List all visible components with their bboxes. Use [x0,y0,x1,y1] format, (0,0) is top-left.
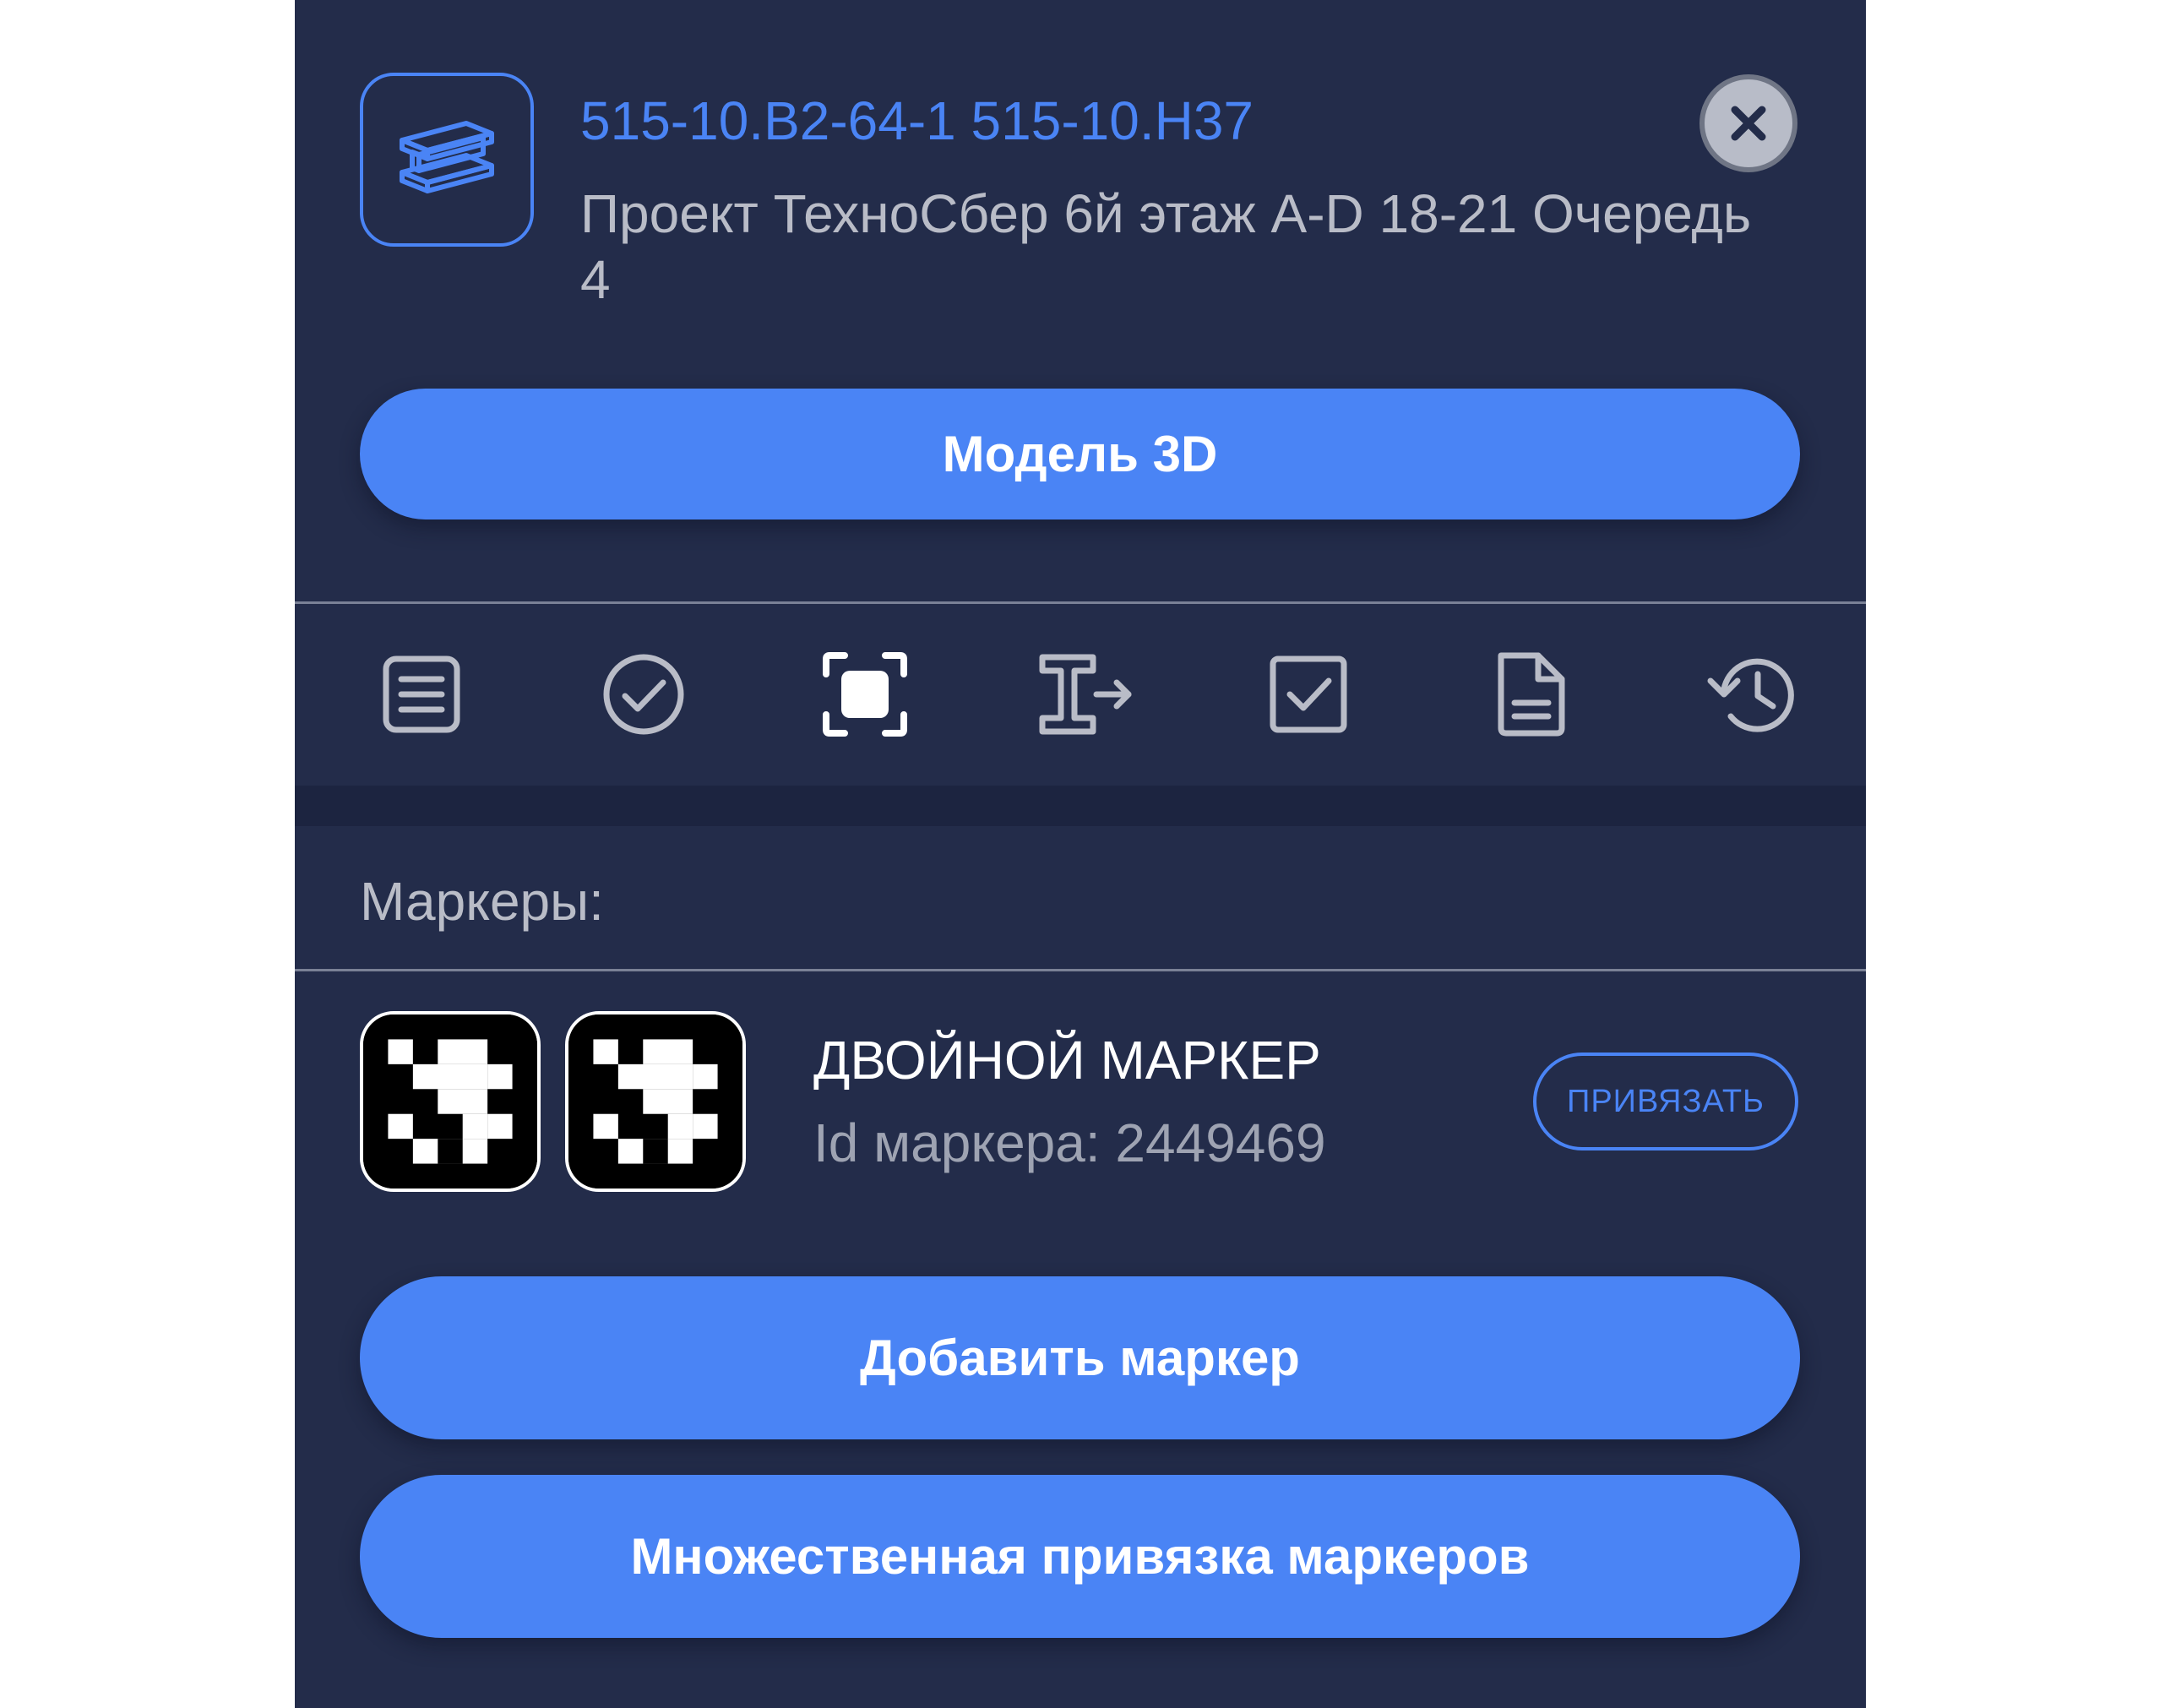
tab-toolbar [295,605,1866,784]
divider [295,601,1866,604]
beam-transfer-icon [1039,654,1132,735]
history-icon [1707,658,1794,732]
marker-frame-icon [823,652,907,737]
tab-documents[interactable] [1480,644,1581,745]
tab-markers[interactable] [814,644,916,745]
checkbox-icon [1270,655,1347,733]
tab-checklist[interactable] [1258,644,1359,745]
list-document-icon [383,655,460,733]
marker-qr-image [360,1011,541,1192]
close-icon [1731,106,1766,141]
file-icon [1498,652,1565,737]
tab-info[interactable] [371,644,472,745]
tab-transfer[interactable] [1036,644,1137,745]
multi-bind-markers-button[interactable]: Множественная привязка маркеров [360,1475,1800,1638]
check-circle-icon [603,654,684,735]
marker-id-label: Id маркера: [813,1112,1101,1173]
element-details-panel: 515-10.B2-64-1 515-10.H37 Проект ТехноСб… [295,0,1866,1708]
section-spacer [295,786,1866,826]
model-3d-button[interactable]: Модель 3D [360,389,1800,519]
tab-status[interactable] [593,644,694,745]
marker-id-value: 2449469 [1115,1112,1326,1173]
add-marker-button[interactable]: Добавить маркер [360,1276,1800,1439]
tab-history[interactable] [1701,644,1803,745]
marker-id: Id маркера: 2449469 [813,1112,1326,1174]
bind-marker-button[interactable]: ПРИВЯЗАТЬ [1533,1053,1798,1150]
divider [295,969,1866,971]
marker-qr-image [565,1011,746,1192]
close-button[interactable] [1699,74,1797,172]
element-description: Проект ТехноСбер 6й этаж A-D 18-21 Очере… [580,183,1752,310]
marker-title: ДВОЙНОЙ МАРКЕР [813,1030,1321,1091]
element-code[interactable]: 515-10.B2-64-1 515-10.H37 [580,90,1254,152]
markers-heading: Маркеры: [360,871,604,932]
steel-beam-icon [360,73,534,247]
